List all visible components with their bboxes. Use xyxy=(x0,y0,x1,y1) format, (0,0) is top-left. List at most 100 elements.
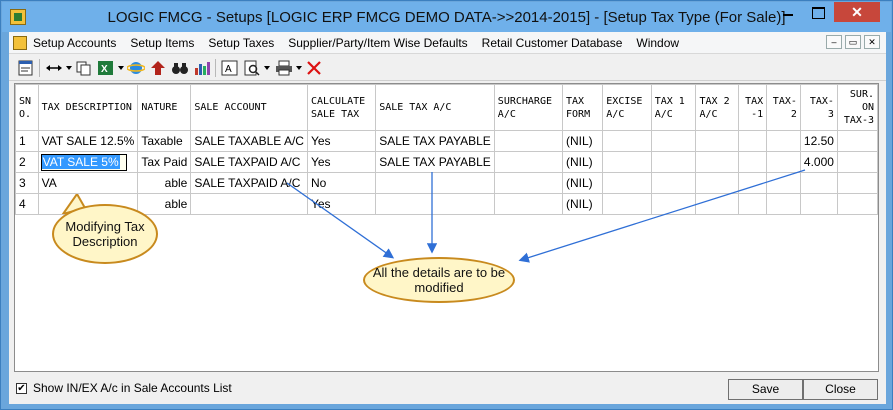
menu-setup-accounts[interactable]: Setup Accounts xyxy=(33,36,116,50)
close-button[interactable]: Close xyxy=(803,379,878,400)
delete-icon[interactable] xyxy=(305,60,323,76)
child-close-button[interactable]: ✕ xyxy=(864,35,880,49)
cell-tax-1[interactable] xyxy=(737,172,768,194)
col-header-tax-form[interactable]: TAX FORM xyxy=(562,84,604,131)
cell-sur-on-tax-3[interactable] xyxy=(836,193,878,215)
cell-tax2-ac[interactable] xyxy=(695,193,739,215)
up-arrow-icon[interactable] xyxy=(149,60,167,76)
child-restore-button[interactable]: ▭ xyxy=(845,35,861,49)
cell-surcharge-ac[interactable] xyxy=(493,172,564,194)
expand-columns-icon[interactable] xyxy=(45,60,63,76)
col-header-tax2-ac[interactable]: TAX 2 A/C xyxy=(695,84,739,131)
cell-nature[interactable]: Tax Paid xyxy=(137,151,192,173)
cell-sale-account[interactable] xyxy=(190,193,308,215)
cell-sno[interactable]: 1 xyxy=(15,130,39,152)
cell-tax1-ac[interactable] xyxy=(650,172,697,194)
col-header-excise-ac[interactable]: EXCISE A/C xyxy=(602,84,652,131)
col-header-tax1-ac[interactable]: TAX 1 A/C xyxy=(650,84,697,131)
cell-tax-description[interactable]: VAT SALE 12.5% xyxy=(37,130,139,152)
cell-tax-3[interactable]: 4.000 xyxy=(799,151,838,173)
cell-sale-tax-ac[interactable]: SALE TAX PAYABLE xyxy=(375,130,495,152)
cell-tax-1[interactable] xyxy=(737,130,768,152)
cell-tax1-ac[interactable] xyxy=(650,130,697,152)
cell-nature[interactable]: Taxable xyxy=(137,130,192,152)
cell-sale-tax-ac[interactable] xyxy=(375,193,495,215)
table-row[interactable]: 1 VAT SALE 12.5% Taxable SALE TAXABLE A/… xyxy=(15,130,878,152)
cell-sur-on-tax-3[interactable] xyxy=(836,130,878,152)
child-window-icon[interactable] xyxy=(13,36,27,50)
col-header-sur-on-tax-3[interactable]: SUR. ON TAX-3 xyxy=(836,84,878,131)
close-window-button[interactable]: ✕ xyxy=(834,2,880,22)
cell-calculate-sale-tax[interactable]: Yes xyxy=(306,130,377,152)
col-header-tax-1[interactable]: TAX -1 xyxy=(737,84,768,131)
copy-icon[interactable] xyxy=(75,60,93,76)
cell-sale-account[interactable]: SALE TAXPAID A/C xyxy=(190,172,308,194)
cell-excise-ac[interactable] xyxy=(602,193,652,215)
cell-sale-tax-ac[interactable]: SALE TAX PAYABLE xyxy=(375,151,495,173)
cell-tax-1[interactable] xyxy=(737,193,768,215)
cell-tax-form[interactable]: (NIL) xyxy=(562,130,604,152)
print-preview-icon[interactable] xyxy=(243,60,261,76)
cell-tax-2[interactable] xyxy=(766,130,801,152)
maximize-button[interactable] xyxy=(804,2,832,22)
cell-sno[interactable]: 3 xyxy=(15,172,39,194)
form-icon[interactable] xyxy=(17,60,35,76)
col-header-tax-2[interactable]: TAX-2 xyxy=(766,84,801,131)
cell-calculate-sale-tax[interactable]: Yes xyxy=(306,193,377,215)
col-header-sale-account[interactable]: SALE ACCOUNT xyxy=(190,84,308,131)
cell-tax-form[interactable]: (NIL) xyxy=(562,151,604,173)
menu-setup-items[interactable]: Setup Items xyxy=(130,36,194,50)
menu-setup-taxes[interactable]: Setup Taxes xyxy=(208,36,274,50)
cell-nature[interactable]: able xyxy=(137,193,192,215)
internet-explorer-icon[interactable] xyxy=(127,60,145,76)
cell-sno[interactable]: 2 xyxy=(15,151,39,173)
cell-sno[interactable]: 4 xyxy=(15,193,39,215)
cell-tax1-ac[interactable] xyxy=(650,193,697,215)
table-row[interactable]: 2 VAT SALE 5% Tax Paid SALE TAXPAID A/C … xyxy=(15,151,878,173)
col-header-tax-3[interactable]: TAX-3 xyxy=(799,84,838,131)
show-inex-checkbox[interactable]: ✔ xyxy=(16,383,27,394)
cell-tax-2[interactable] xyxy=(766,151,801,173)
cell-surcharge-ac[interactable] xyxy=(493,193,564,215)
cell-tax-form[interactable]: (NIL) xyxy=(562,172,604,194)
cell-calculate-sale-tax[interactable]: Yes xyxy=(306,151,377,173)
cell-excise-ac[interactable] xyxy=(602,130,652,152)
tax-type-grid[interactable]: SN O. TAX DESCRIPTION NATURE SALE ACCOUN… xyxy=(14,83,879,372)
printer-icon[interactable] xyxy=(275,60,293,76)
cell-calculate-sale-tax[interactable]: No xyxy=(306,172,377,194)
excel-icon[interactable]: X xyxy=(97,60,115,76)
cell-surcharge-ac[interactable] xyxy=(493,130,564,152)
child-minimize-button[interactable]: – xyxy=(826,35,842,49)
cell-tax-2[interactable] xyxy=(766,172,801,194)
cell-sur-on-tax-3[interactable] xyxy=(836,151,878,173)
menu-window[interactable]: Window xyxy=(636,36,679,50)
cell-tax-description-editing[interactable]: VAT SALE 5% xyxy=(37,151,139,173)
cell-tax-2[interactable] xyxy=(766,193,801,215)
table-row[interactable]: 4 able Yes (NIL) xyxy=(15,193,878,215)
cell-tax-form[interactable]: (NIL) xyxy=(562,193,604,215)
cell-tax-3[interactable] xyxy=(799,172,838,194)
cell-surcharge-ac[interactable] xyxy=(493,151,564,173)
cell-tax-description[interactable]: VA xyxy=(37,172,139,194)
cell-sur-on-tax-3[interactable] xyxy=(836,172,878,194)
chart-icon[interactable] xyxy=(193,60,211,76)
col-header-nature[interactable]: NATURE xyxy=(137,84,192,131)
cell-sale-tax-ac[interactable] xyxy=(375,172,495,194)
col-header-sno[interactable]: SN O. xyxy=(15,84,39,131)
cell-sale-account[interactable]: SALE TAXPAID A/C xyxy=(190,151,308,173)
cell-excise-ac[interactable] xyxy=(602,151,652,173)
col-header-sale-tax-ac[interactable]: SALE TAX A/C xyxy=(375,84,495,131)
col-header-tax-description[interactable]: TAX DESCRIPTION xyxy=(37,84,139,131)
tax-description-editor[interactable]: VAT SALE 5% xyxy=(40,153,127,171)
save-button[interactable]: Save xyxy=(728,379,803,400)
cell-tax2-ac[interactable] xyxy=(695,130,739,152)
cell-tax-3[interactable]: 12.50 xyxy=(799,130,838,152)
text-icon[interactable]: A xyxy=(221,60,239,76)
cell-tax-1[interactable] xyxy=(737,151,768,173)
col-header-surcharge-ac[interactable]: SURCHARGE A/C xyxy=(493,84,564,131)
cell-excise-ac[interactable] xyxy=(602,172,652,194)
cell-sale-account[interactable]: SALE TAXABLE A/C xyxy=(190,130,308,152)
cell-tax1-ac[interactable] xyxy=(650,151,697,173)
cell-nature[interactable]: able xyxy=(137,172,192,194)
table-row[interactable]: 3 VA able SALE TAXPAID A/C No (NIL) xyxy=(15,172,878,194)
